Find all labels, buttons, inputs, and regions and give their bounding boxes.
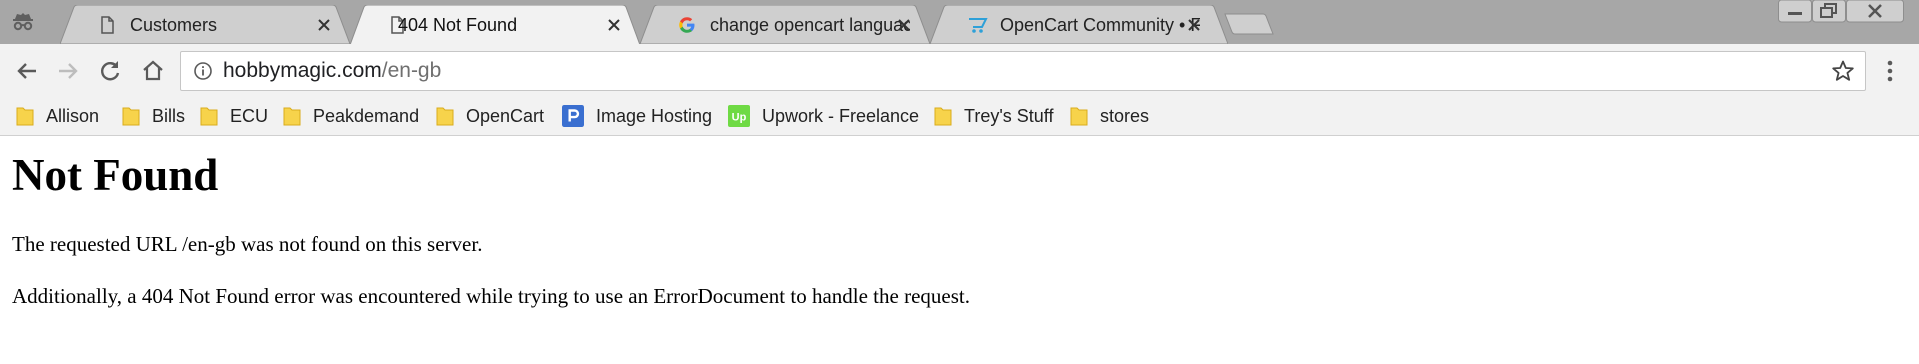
close-icon[interactable] [1186,17,1202,33]
folder-icon [122,107,140,126]
bookmark-label: OpenCart [466,105,545,126]
bookmark-treys-stuff[interactable]: Trey's Stuff [934,103,1053,129]
folder-icon [1070,107,1088,126]
folder-icon [934,107,952,126]
folder-icon [200,107,218,126]
bookmarks-bar: Allison Bills ECU Peakdemand OpenCart Im… [0,98,1919,136]
bookmark-label: stores [1100,105,1150,126]
page-content: Not Found The requested URL /en-gb was n… [12,136,1902,308]
google-icon [679,17,695,33]
upwork-icon-text: Up [732,112,747,124]
reload-icon[interactable] [97,58,123,84]
tab-change-opencart-language[interactable]: change opencart languac [640,5,930,44]
tab-title: OpenCart Community • F [1000,15,1200,35]
bookmark-stores[interactable]: stores [1070,103,1149,129]
restore-button[interactable] [1812,0,1846,24]
additional-error-message: Additionally, a 404 Not Found error was … [12,284,970,308]
address-path: /en-gb [381,59,442,82]
bookmark-label: Trey's Stuff [964,105,1054,126]
new-tab-button[interactable] [1223,12,1275,36]
address-host: hobbymagic.com [223,59,382,82]
bookmark-label: Allison [46,105,100,126]
browser-toolbar: hobbymagic.com/en-gb [0,44,1919,98]
folder-icon [16,107,34,126]
bookmark-star-icon[interactable] [1831,59,1855,83]
tab-opencart-community[interactable]: OpenCart Community • F [930,5,1228,44]
tab-customers[interactable]: Customers [60,5,350,44]
postimage-icon [562,105,584,127]
bookmark-label: Upwork - Freelance [762,105,920,126]
incognito-icon [13,13,33,31]
bookmark-bills[interactable]: Bills [122,103,185,129]
bookmark-opencart[interactable]: OpenCart [436,103,544,129]
back-icon[interactable] [14,58,40,84]
minimize-button[interactable] [1778,0,1812,24]
bookmark-image-hosting[interactable]: Image Hosting [562,103,712,129]
info-icon[interactable] [193,61,213,81]
bookmark-label: Bills [152,105,186,126]
bookmark-ecu[interactable]: ECU [200,103,268,129]
folder-icon [283,107,301,126]
address-bar[interactable]: hobbymagic.com/en-gb [180,51,1866,91]
upwork-icon: Up [728,105,750,127]
bookmark-upwork[interactable]: Up Upwork - Freelance [728,103,919,129]
home-icon[interactable] [140,58,166,84]
error-message: The requested URL /en-gb was not found o… [12,232,483,256]
bookmark-label: Peakdemand [313,105,420,126]
menu-icon[interactable] [1882,58,1898,84]
tab-title: Customers [130,15,218,35]
bookmark-label: ECU [230,105,269,126]
opencart-cart-icon [969,18,988,33]
tab-title: change opencart languac [710,15,910,35]
tab-404-not-found[interactable]: 404 Not Found [350,5,640,45]
close-window-button[interactable] [1846,0,1904,24]
close-icon[interactable] [606,17,622,33]
close-icon[interactable] [896,17,912,33]
close-icon[interactable] [316,17,332,33]
tab-title: 404 Not Found [398,15,518,35]
page-icon [101,16,114,34]
address-text: hobbymagic.com/en-gb [223,59,441,83]
bookmark-peakdemand[interactable]: Peakdemand [283,103,419,129]
minimize-icon [1788,12,1802,15]
forward-icon[interactable] [55,58,81,84]
folder-icon [436,107,454,126]
bookmark-label: Image Hosting [596,105,713,126]
bookmark-allison[interactable]: Allison [16,103,99,129]
page-title: Not Found [12,150,219,200]
tab-strip: Customers change opencart languac OpenCa… [0,0,1919,45]
